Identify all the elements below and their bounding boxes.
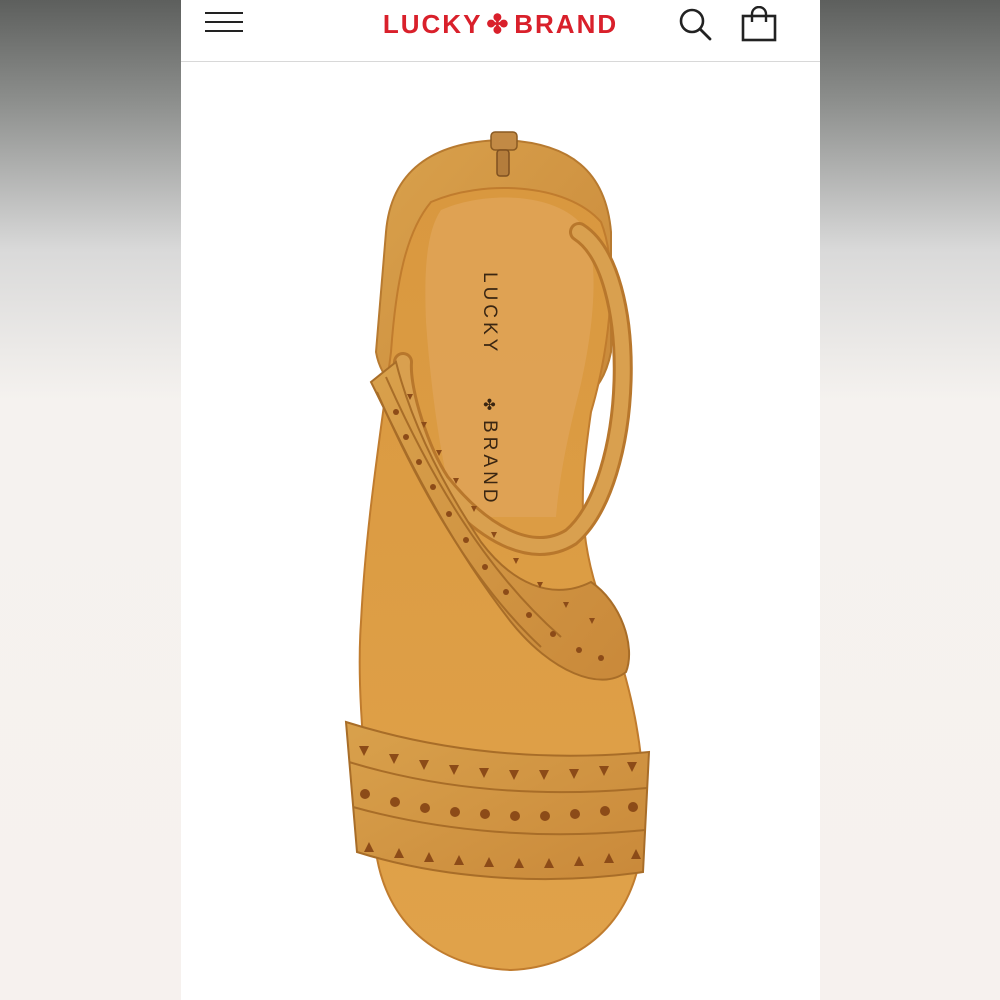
clover-icon: ✤ <box>486 9 511 39</box>
insole-clover-icon: ✤ <box>480 398 498 411</box>
top-navigation-bar: LUCKY ✤ BRAND <box>181 0 820 62</box>
mobile-screen: LUCKY ✤ BRAND LUCKY ✤ BRAND <box>181 0 820 1000</box>
left-blur-panel <box>0 0 181 1000</box>
svg-text:LUCKY: LUCKY <box>479 272 500 355</box>
brand-word-lucky: LUCKY <box>382 9 483 39</box>
svg-text:BRAND: BRAND <box>479 420 500 507</box>
sandal-product-image[interactable]: LUCKY ✤ BRAND <box>181 62 820 1000</box>
insole-brand-text: LUCKY <box>479 272 500 355</box>
brand-logo[interactable]: LUCKY ✤ BRAND <box>181 9 820 40</box>
insole-brand-text-2: BRAND <box>479 420 500 507</box>
brand-word-brand: BRAND <box>514 9 619 39</box>
svg-text:✤: ✤ <box>480 398 498 411</box>
search-icon[interactable] <box>677 6 713 42</box>
right-blur-panel <box>820 0 1000 1000</box>
shopping-bag-icon[interactable] <box>739 6 779 42</box>
